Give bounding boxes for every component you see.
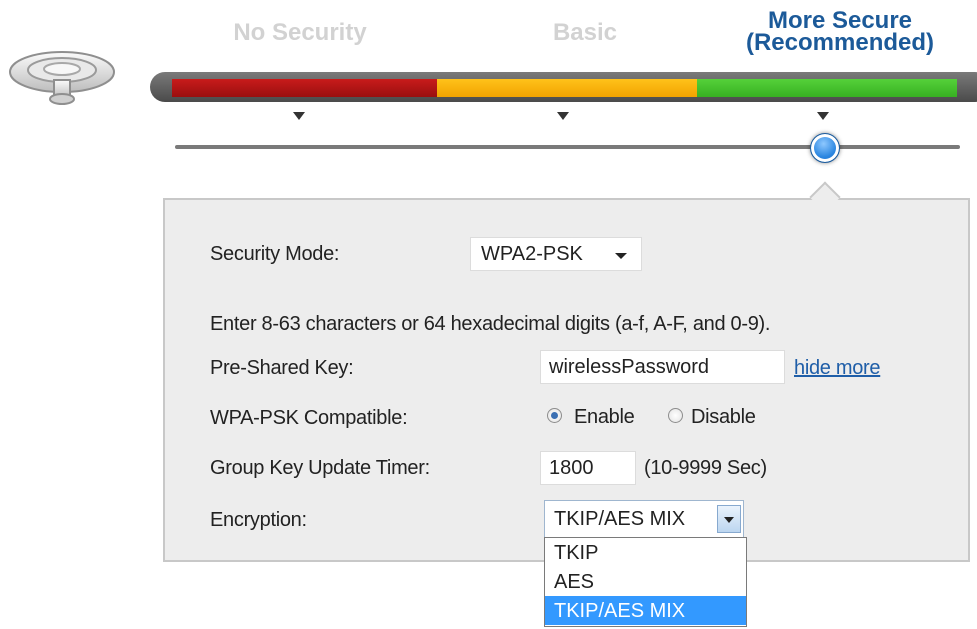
chevron-down-icon[interactable] (717, 505, 741, 533)
encryption-option-aes[interactable]: AES (545, 567, 746, 596)
bar-segment-orange (437, 79, 697, 97)
hide-more-link[interactable]: hide more (794, 357, 881, 380)
group-key-timer-label: Group Key Update Timer: (210, 457, 430, 479)
level-label-more-secure-line2: (Recommended) (745, 29, 935, 56)
security-slider-track[interactable] (175, 145, 960, 149)
enable-radio-label[interactable]: Enable (574, 406, 635, 429)
enable-radio[interactable] (547, 408, 562, 423)
security-level-bar (150, 72, 977, 102)
group-key-timer-input[interactable] (540, 451, 636, 485)
encryption-label: Encryption: (210, 509, 307, 531)
security-mode-value: WPA2-PSK (481, 243, 583, 265)
bar-segment-red (172, 79, 437, 97)
level-marker-icon (557, 112, 569, 120)
chevron-down-icon (615, 253, 627, 259)
encryption-option-tkip-aes-mix[interactable]: TKIP/AES MIX (545, 596, 746, 625)
pre-shared-key-label: Pre-Shared Key: (210, 357, 354, 379)
disable-radio-label[interactable]: Disable (691, 406, 756, 429)
router-icon (6, 46, 118, 110)
disable-radio[interactable] (668, 408, 683, 423)
timer-range-hint: (10-9999 Sec) (644, 457, 767, 479)
level-label-basic[interactable]: Basic (500, 21, 670, 45)
bar-segment-green (697, 79, 957, 97)
encryption-options-list: TKIP AES TKIP/AES MIX (544, 537, 747, 627)
security-mode-label: Security Mode: (210, 243, 340, 265)
level-label-no-security[interactable]: No Security (200, 21, 400, 45)
encryption-value: TKIP/AES MIX (554, 508, 686, 530)
key-format-hint: Enter 8-63 characters or 64 hexadecimal … (210, 313, 771, 335)
level-label-more-secure[interactable]: More Secure (Recommended) (720, 9, 960, 56)
encryption-option-tkip[interactable]: TKIP (545, 538, 746, 567)
encryption-select[interactable]: TKIP/AES MIX (544, 500, 744, 538)
level-marker-icon (293, 112, 305, 120)
security-slider-handle[interactable] (810, 133, 840, 163)
pre-shared-key-input[interactable] (540, 350, 785, 384)
level-marker-icon (817, 112, 829, 120)
security-mode-select[interactable]: WPA2-PSK (470, 237, 642, 271)
wpa-psk-compatible-label: WPA-PSK Compatible: (210, 407, 408, 429)
